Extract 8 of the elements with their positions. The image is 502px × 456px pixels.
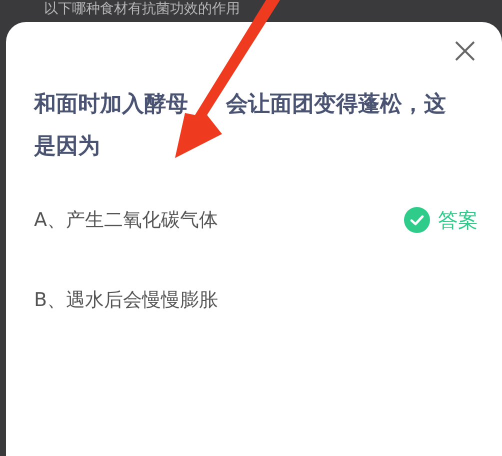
answer-label: 答案 [438, 206, 478, 234]
close-icon [454, 40, 476, 62]
question-text: 是因为 [34, 134, 100, 159]
answer-option[interactable]: A、产生二氧化碳气体 [34, 207, 218, 233]
answer-option[interactable]: B、遇水后会慢慢膨胀 [34, 287, 218, 313]
question-text: 会让面团变得蓬松，这 [226, 92, 446, 117]
question-text: 和面时加入酵母 [34, 92, 188, 117]
background-question-text: 以下哪种食材有抗菌功效的作用 [44, 0, 240, 18]
